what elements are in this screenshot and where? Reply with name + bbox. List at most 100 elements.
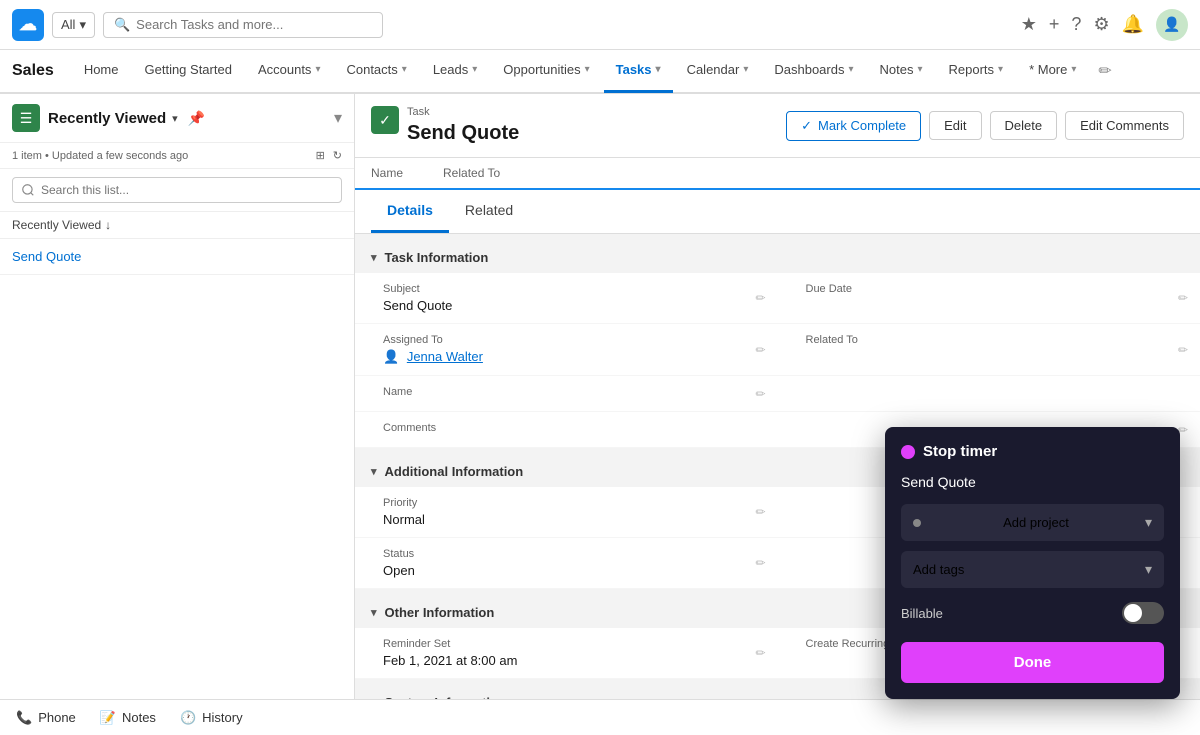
new-item-icon[interactable]: +: [1049, 14, 1060, 35]
sidebar-title-chevron[interactable]: ▾: [172, 112, 178, 125]
sidebar-list-view-icon[interactable]: ⊞: [316, 149, 325, 162]
assigned-to-link[interactable]: Jenna Walter: [407, 349, 483, 364]
nav-item-opportunities[interactable]: Opportunities ▾: [491, 49, 601, 93]
nav-item-notes[interactable]: Notes ▾: [868, 49, 935, 93]
history-icon: 🕐: [180, 710, 196, 726]
nav-item-calendar-label: Calendar: [687, 62, 740, 77]
nav-item-home[interactable]: Home: [72, 49, 131, 93]
task-info-row-3: Name ✏: [355, 376, 1200, 412]
system-information-title: System Information: [385, 695, 506, 699]
sidebar-meta: 1 item • Updated a few seconds ago ⊞ ↻: [0, 143, 354, 169]
other-information-title: Other Information: [385, 605, 495, 620]
nav-item-contacts[interactable]: Contacts ▾: [334, 49, 418, 93]
nav-item-home-label: Home: [84, 62, 119, 77]
assigned-to-edit-icon[interactable]: ✏: [755, 343, 765, 357]
task-title: Send Quote: [407, 122, 519, 145]
task-information-section-header[interactable]: ▾ Task Information: [355, 242, 1200, 273]
sidebar-search-input[interactable]: [12, 177, 342, 203]
settings-icon[interactable]: ⚙: [1093, 14, 1109, 35]
sidebar-search: [0, 169, 354, 212]
sidebar-title-row: Recently Viewed ▾ 📌: [48, 110, 205, 127]
nav-item-dashboards-label: Dashboards: [774, 62, 844, 77]
task-title-row: ✓ Task Send Quote ✓ Mark Complete Edit D…: [371, 106, 1184, 145]
due-date-edit-icon[interactable]: ✏: [1178, 291, 1188, 305]
tab-related[interactable]: Related: [449, 190, 529, 233]
bottom-notes-item[interactable]: 📝 Notes: [100, 710, 156, 726]
done-button[interactable]: Done: [901, 642, 1164, 683]
nav-item-opportunities-label: Opportunities: [503, 62, 580, 77]
status-field: Status Open ✏: [355, 538, 778, 589]
delete-button[interactable]: Delete: [990, 111, 1058, 140]
favorites-icon[interactable]: ★: [1021, 14, 1037, 35]
tab-details[interactable]: Details: [371, 190, 449, 233]
task-type-icon: ✓: [371, 106, 399, 134]
add-tags-field[interactable]: Add tags ▾: [901, 551, 1164, 588]
reminder-set-edit-icon[interactable]: ✏: [755, 646, 765, 660]
task-name-row: Name Related To: [355, 158, 1200, 190]
search-input[interactable]: [136, 17, 372, 32]
timer-task-name: Send Quote: [901, 474, 1164, 490]
related-to-label: Related To: [806, 334, 1185, 346]
nav-item-tasks[interactable]: Tasks ▾: [604, 49, 673, 93]
related-to-field: Related To ✏: [778, 324, 1200, 376]
nav-item-getting-started-label: Getting Started: [145, 62, 232, 77]
sidebar-list-item[interactable]: Send Quote: [0, 239, 354, 275]
bottom-phone-item[interactable]: 📞 Phone: [16, 710, 76, 726]
reminder-set-field: Reminder Set Feb 1, 2021 at 8:00 am ✏: [355, 628, 778, 679]
billable-toggle[interactable]: [1122, 602, 1164, 624]
nav-item-reports[interactable]: Reports ▾: [937, 49, 1016, 93]
nav-item-dashboards[interactable]: Dashboards ▾: [762, 49, 865, 93]
name-edit-icon[interactable]: ✏: [755, 387, 765, 401]
add-project-label: Add project: [1003, 515, 1069, 530]
sidebar-sort[interactable]: Recently Viewed ↓: [0, 212, 354, 239]
task-header-text: Task Send Quote: [407, 106, 519, 145]
additional-info-chevron-icon: ▾: [371, 465, 377, 478]
edit-comments-button[interactable]: Edit Comments: [1065, 111, 1184, 140]
bottom-history-item[interactable]: 🕐 History: [180, 710, 243, 726]
sidebar-refresh-icon[interactable]: ↻: [333, 149, 342, 162]
task-info-row-1: Subject Send Quote ✏ Due Date ✏: [355, 273, 1200, 324]
opportunities-chevron-icon: ▾: [585, 64, 590, 75]
nav-item-accounts[interactable]: Accounts ▾: [246, 49, 333, 93]
due-date-field: Due Date ✏: [778, 273, 1200, 324]
dashboards-chevron-icon: ▾: [848, 64, 853, 75]
nav-item-contacts-label: Contacts: [346, 62, 397, 77]
mark-complete-button[interactable]: ✓ Mark Complete: [786, 111, 921, 141]
edit-button[interactable]: Edit: [929, 111, 981, 140]
nav-item-getting-started[interactable]: Getting Started: [133, 49, 244, 93]
user-avatar[interactable]: 👤: [1156, 9, 1188, 41]
add-project-field[interactable]: Add project ▾: [901, 504, 1164, 541]
sidebar-header-right: ▾: [334, 108, 342, 128]
status-edit-icon[interactable]: ✏: [755, 556, 765, 570]
reminder-set-value: Feb 1, 2021 at 8:00 am: [383, 653, 762, 668]
subject-edit-icon[interactable]: ✏: [755, 291, 765, 305]
sidebar-title: Recently Viewed: [48, 110, 166, 127]
notifications-icon[interactable]: 🔔: [1122, 14, 1144, 35]
related-to-edit-icon[interactable]: ✏: [1178, 343, 1188, 357]
nav-item-leads[interactable]: Leads ▾: [421, 49, 489, 93]
task-header-left: ✓ Task Send Quote: [371, 106, 519, 145]
nav-item-leads-label: Leads: [433, 62, 468, 77]
tasks-chevron-icon: ▾: [656, 64, 661, 75]
priority-edit-icon[interactable]: ✏: [755, 505, 765, 519]
nav-item-more-label: * More: [1029, 62, 1067, 77]
global-search-box[interactable]: 🔍: [103, 12, 383, 38]
related-to-column-header: Related To: [443, 166, 500, 180]
assigned-to-value: 👤 Jenna Walter: [383, 349, 762, 365]
sidebar-sort-label: Recently Viewed: [12, 218, 101, 232]
toggle-knob: [1124, 604, 1142, 622]
task-information-section: ▾ Task Information Subject Send Quote ✏ …: [355, 242, 1200, 448]
subject-value: Send Quote: [383, 298, 762, 313]
timer-header: Stop timer: [901, 443, 1164, 460]
help-icon[interactable]: ?: [1071, 14, 1081, 35]
nav-item-more[interactable]: * More ▾: [1017, 49, 1088, 93]
nav-edit-icon[interactable]: ✏: [1098, 61, 1111, 81]
notes-label: Notes: [122, 710, 156, 725]
sidebar-close-icon[interactable]: ▾: [334, 108, 342, 128]
nav-item-calendar[interactable]: Calendar ▾: [675, 49, 761, 93]
search-scope-selector[interactable]: All ▾: [52, 12, 95, 38]
app-logo[interactable]: ☁: [12, 9, 44, 41]
pin-icon[interactable]: 📌: [188, 110, 205, 127]
more-chevron-icon: ▾: [1071, 64, 1076, 75]
priority-value: Normal: [383, 512, 762, 527]
